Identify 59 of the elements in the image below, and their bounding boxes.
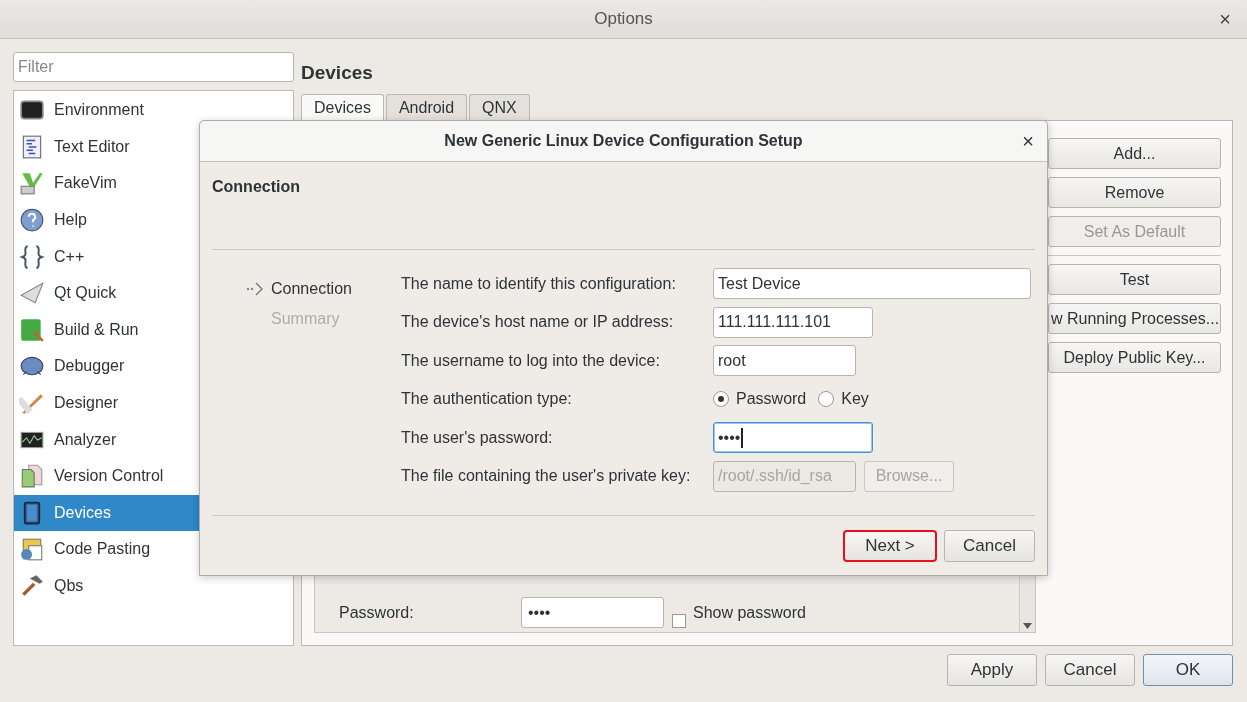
category-icon	[19, 207, 45, 234]
password-field[interactable]: ••••	[713, 422, 873, 453]
field-label: The device's host name or IP address:	[401, 313, 675, 331]
dialog-button[interactable]: Cancel	[1045, 654, 1135, 686]
sidebar-item[interactable]: Qbs	[14, 567, 293, 605]
sidebar-item[interactable]: Version Control	[14, 457, 293, 495]
field-label: The authentication type:	[401, 390, 573, 408]
window-title: Options	[594, 9, 653, 29]
category-icon	[19, 280, 45, 307]
device-button[interactable]: Test	[1048, 264, 1221, 295]
device-button[interactable]: Remove	[1048, 177, 1221, 208]
input-field[interactable]: 111.111.111.101	[713, 306, 873, 338]
sidebar-item[interactable]: Environment	[14, 92, 293, 129]
sidebar-item[interactable]: Help	[14, 201, 293, 239]
password-field[interactable]: ••••	[521, 597, 664, 628]
category-icon	[19, 316, 45, 343]
tab[interactable]: Android	[385, 94, 468, 120]
checkbox-label: Show password	[693, 602, 806, 623]
radio-button[interactable]	[713, 391, 729, 407]
radio-button[interactable]	[818, 391, 835, 407]
radio-label: Password	[736, 390, 807, 408]
wizard-step: Summary	[246, 308, 401, 329]
category-icon	[19, 573, 45, 599]
input-field[interactable]: Test Device	[713, 268, 1031, 299]
tab[interactable]: QNX	[469, 94, 530, 120]
category-icon	[19, 170, 45, 197]
filter-field[interactable]: Filter	[13, 52, 294, 82]
field-label: The file containing the user's private key:	[401, 467, 692, 485]
input-field[interactable]: root	[713, 345, 856, 376]
sidebar-item[interactable]: Text Editor	[14, 128, 293, 166]
page-heading: Connection	[212, 178, 301, 196]
wizard-button[interactable]: Next >	[843, 529, 937, 562]
down-arrow-icon[interactable]	[1023, 623, 1032, 629]
field-label: The name to identify this configuration:	[401, 274, 677, 293]
sidebar-item[interactable]: Designer	[14, 384, 293, 422]
page-title: Devices	[301, 61, 374, 85]
tab[interactable]: Devices	[301, 94, 384, 120]
field-label: The username to log into the device:	[401, 351, 661, 370]
wizard-button[interactable]: Cancel	[944, 529, 1035, 562]
radio-label: Key	[841, 390, 869, 408]
field-label: The user's password:	[401, 428, 554, 447]
device-button[interactable]: w Running Processes...	[1048, 303, 1221, 334]
wizard-step: Connection	[246, 278, 401, 299]
category-icon	[19, 536, 45, 563]
device-button[interactable]: Deploy Public Key...	[1048, 342, 1221, 373]
close-button[interactable]: ×	[1022, 130, 1034, 153]
dialog-title: New Generic Linux Device Configuration Setup	[444, 132, 803, 150]
device-button[interactable]: Add...	[1048, 138, 1221, 169]
sidebar-item[interactable]: Code Pasting	[14, 531, 293, 568]
field-label: Password:	[339, 602, 415, 623]
close-button[interactable]: ×	[1219, 8, 1231, 31]
sidebar-item[interactable]: C++	[14, 238, 293, 275]
checkbox[interactable]	[672, 614, 686, 628]
sidebar-item[interactable]: Analyzer	[14, 421, 293, 458]
sidebar-item[interactable]: Debugger	[14, 348, 293, 385]
category-icon	[19, 463, 45, 490]
category-icon	[19, 243, 45, 270]
dialog-button[interactable]: Apply	[947, 654, 1037, 686]
dialog-button[interactable]: OK	[1143, 654, 1233, 686]
